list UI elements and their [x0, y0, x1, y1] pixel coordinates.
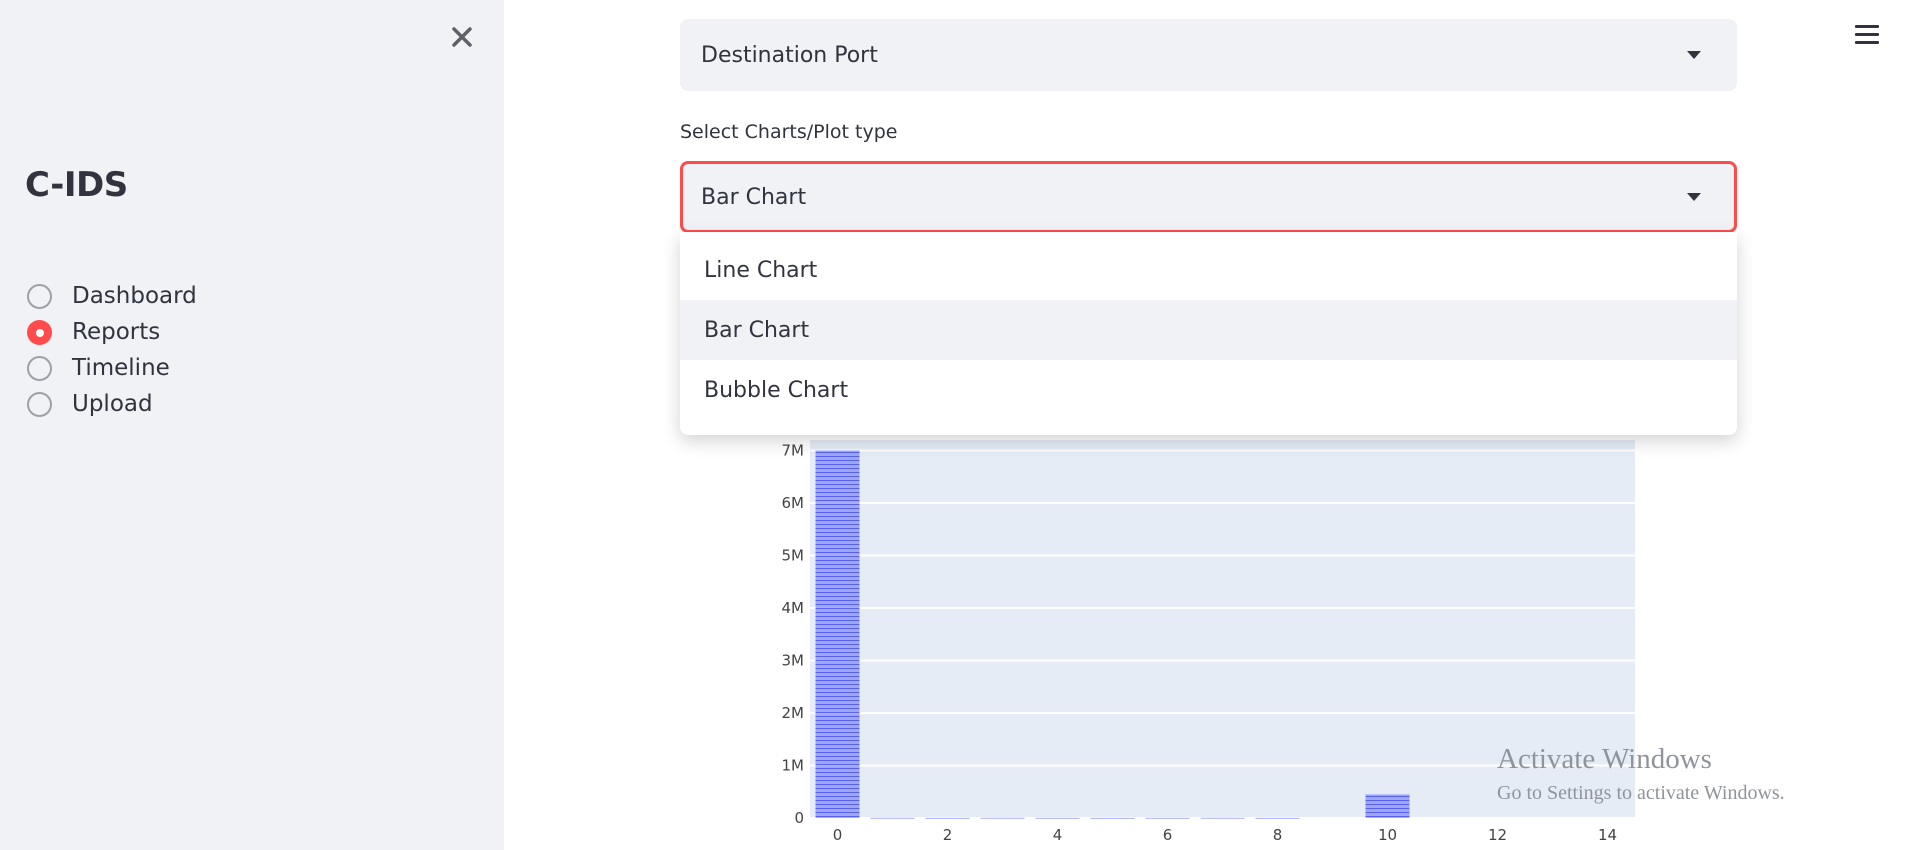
chart-type-label: Select Charts/Plot type [680, 121, 898, 143]
option-bubble-chart[interactable]: Bubble Chart [680, 360, 1737, 420]
x-tick-label: 12 [1488, 826, 1507, 844]
bar-fill [870, 817, 915, 819]
chart-type-dropdown: Line Chart Bar Chart Bubble Chart [680, 232, 1737, 435]
bar [1090, 817, 1135, 819]
bar-fill [1365, 794, 1410, 818]
app-title: C-IDS [25, 165, 128, 205]
radio-button-icon[interactable] [27, 283, 52, 309]
x-tick-label: 6 [1163, 826, 1173, 844]
nav-label: Upload [72, 391, 153, 417]
y-tick-label: 7M [782, 442, 805, 460]
nav-radio-dashboard[interactable]: Dashboard [27, 280, 197, 312]
chart-type-select-value: Bar Chart [701, 184, 807, 210]
bar-fill [1090, 817, 1135, 819]
y-tick-label: 0 [794, 809, 804, 827]
bar-fill [925, 817, 970, 819]
chart-type-select[interactable]: Bar Chart [680, 161, 1737, 233]
option-line-chart[interactable]: Line Chart [680, 240, 1737, 300]
bar-chart: 0 1M 2M 3M 4M 5M 6M 7M 0 2 4 6 8 10 12 14 [782, 440, 1635, 844]
nav-radio-timeline[interactable]: Timeline [27, 352, 170, 384]
nav-radio-upload[interactable]: Upload [27, 388, 153, 420]
chevron-down-icon [1687, 193, 1701, 201]
x-tick-label: 14 [1598, 826, 1617, 844]
x-tick-label: 0 [833, 826, 843, 844]
x-tick-label: 10 [1378, 826, 1397, 844]
bar [980, 817, 1025, 819]
port-select[interactable]: Destination Port [680, 19, 1737, 91]
nav-radio-reports[interactable]: Reports [27, 316, 160, 348]
radio-button-icon[interactable] [27, 355, 52, 381]
x-tick-label: 2 [943, 826, 953, 844]
bar-fill [1145, 817, 1190, 819]
bar-fill [980, 817, 1025, 819]
bar [1255, 817, 1300, 819]
bar [1035, 817, 1080, 819]
bar [1145, 817, 1190, 819]
nav-label: Dashboard [72, 283, 197, 309]
chevron-down-icon [1687, 51, 1701, 59]
y-tick-label: 4M [782, 599, 805, 617]
sidebar: C-IDS Dashboard Reports Timeline Upload [0, 0, 504, 850]
hamburger-icon [1855, 25, 1879, 44]
bar [1200, 817, 1245, 819]
main-menu-button[interactable] [1855, 25, 1879, 49]
y-tick-label: 2M [782, 704, 805, 722]
nav-label: Timeline [72, 355, 170, 381]
option-bar-chart[interactable]: Bar Chart [680, 300, 1737, 360]
port-select-value: Destination Port [701, 42, 878, 68]
bar-fill [1035, 817, 1080, 819]
bar-fill [1200, 817, 1245, 819]
radio-button-selected-icon[interactable] [27, 319, 52, 345]
close-sidebar-button[interactable] [447, 20, 477, 54]
bar [815, 450, 860, 818]
y-tick-label: 6M [782, 494, 805, 512]
bar [925, 817, 970, 819]
bar [870, 817, 915, 819]
y-tick-label: 3M [782, 652, 805, 670]
bar-fill [1255, 817, 1300, 819]
y-tick-label: 1M [782, 757, 805, 775]
bar-fill [815, 450, 860, 818]
y-tick-label: 5M [782, 547, 805, 565]
plot-background [810, 440, 1635, 818]
x-tick-label: 4 [1053, 826, 1063, 844]
radio-button-icon[interactable] [27, 391, 52, 417]
nav-label: Reports [72, 319, 161, 345]
x-tick-label: 8 [1273, 826, 1283, 844]
close-icon [452, 27, 472, 47]
bar [1365, 794, 1410, 818]
